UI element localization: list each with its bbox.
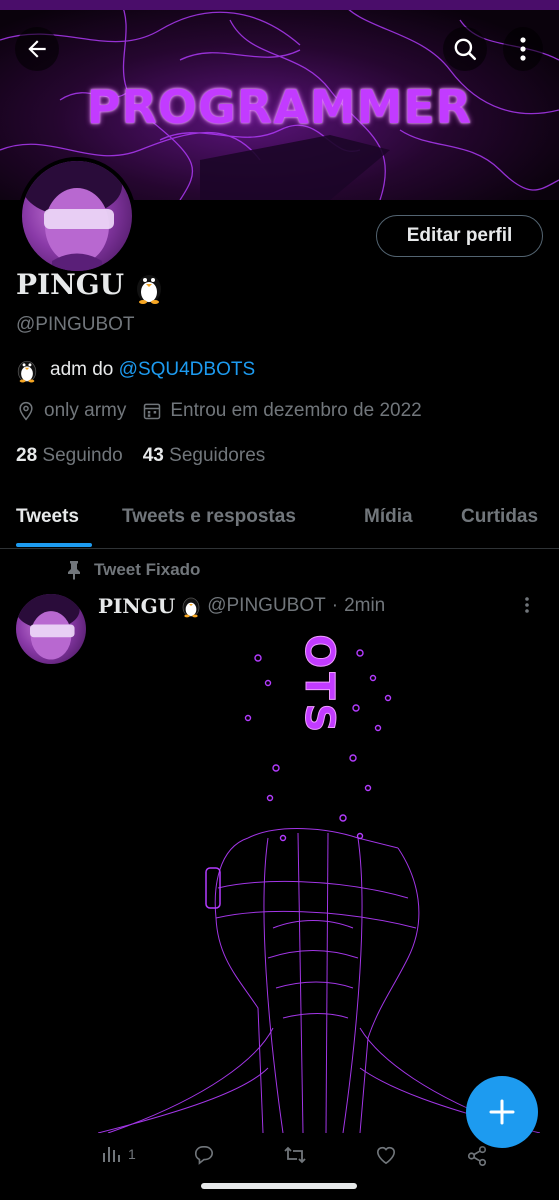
more-button[interactable] — [503, 27, 543, 71]
heart-icon — [376, 1146, 396, 1165]
home-indicator[interactable] — [201, 1183, 357, 1189]
pinned-text: Tweet Fixado — [94, 560, 201, 579]
avatar-image — [16, 594, 80, 660]
tweet-actions: 1 — [98, 1145, 548, 1175]
tab-media[interactable]: Mídia — [364, 506, 413, 528]
analytics-icon — [103, 1147, 120, 1162]
joined-text: Entrou em dezembro de 2022 — [170, 400, 422, 421]
tweet-time: 2min — [344, 595, 386, 616]
tab-tweets-and-replies[interactable]: Tweets e respostas — [122, 506, 296, 528]
tweet-image: BOTS — [98, 628, 540, 1133]
tweet-separator: · — [331, 595, 339, 616]
tab-tweets[interactable]: Tweets — [16, 506, 79, 528]
views-count: 1 — [128, 1146, 136, 1162]
bio-mention-link[interactable]: @SQU4DBOTS — [119, 359, 255, 380]
tweet-media[interactable]: BOTS — [98, 628, 540, 1133]
like-button[interactable] — [375, 1145, 397, 1165]
more-vertical-icon — [520, 37, 526, 61]
tweet-author-name[interactable]: PINGU — [98, 594, 175, 618]
tab-likes[interactable]: Curtidas — [461, 506, 538, 528]
pinned-label: Tweet Fixado — [66, 560, 200, 580]
location-text: only army — [44, 400, 127, 421]
followers-link[interactable]: 43 Seguidores — [143, 445, 266, 467]
search-button[interactable] — [443, 27, 487, 71]
active-tab-indicator — [16, 543, 92, 547]
retweet-icon — [284, 1146, 306, 1164]
edit-profile-button[interactable]: Editar perfil — [376, 215, 543, 257]
penguin-emoji-icon — [136, 274, 161, 304]
following-link[interactable]: 28 Seguindo — [16, 445, 123, 467]
compose-tweet-button[interactable] — [466, 1076, 538, 1148]
reply-icon — [194, 1146, 213, 1165]
profile-tabs: Tweets Tweets e respostas Mídia Curtidas — [0, 490, 559, 549]
tweet-header: PINGU @PINGUBOT · 2min — [98, 594, 385, 618]
views-button[interactable]: 1 — [102, 1145, 136, 1163]
bio-text: adm do — [50, 359, 119, 380]
retweet-button[interactable] — [283, 1145, 307, 1165]
follow-stats: 28 Seguindo 43 Seguidores — [16, 445, 265, 467]
location-icon — [19, 401, 33, 421]
following-label: Seguindo — [42, 445, 123, 466]
profile-name-text: PINGU — [16, 268, 125, 301]
calendar-icon — [144, 403, 161, 420]
back-button[interactable] — [15, 27, 59, 71]
bots-letter: BOTS — [296, 628, 342, 736]
pin-icon — [68, 561, 80, 580]
profile-avatar[interactable] — [18, 157, 136, 275]
plus-icon — [489, 1099, 515, 1125]
back-arrow-icon — [28, 40, 46, 58]
penguin-emoji-icon — [182, 597, 200, 618]
following-count: 28 — [16, 445, 38, 466]
tweet-author-handle[interactable]: @PINGUBOT — [207, 595, 326, 617]
profile-bio: adm do @SQU4DBOTS — [16, 357, 255, 383]
profile-handle: @PINGUBOT — [16, 314, 135, 335]
followers-label: Seguidores — [169, 445, 266, 466]
penguin-emoji-icon — [17, 360, 37, 383]
avatar-image — [22, 161, 122, 271]
profile-meta: only army Entrou em dezembro de 2022 — [16, 400, 438, 422]
reply-button[interactable] — [193, 1145, 215, 1165]
share-button[interactable] — [466, 1145, 488, 1167]
tweet-avatar[interactable] — [16, 594, 86, 664]
search-icon — [454, 38, 477, 61]
profile-name: PINGU — [16, 268, 164, 304]
share-icon — [467, 1146, 487, 1166]
followers-count: 43 — [142, 445, 164, 466]
tweet-more-button[interactable] — [524, 596, 530, 619]
more-vertical-icon — [525, 597, 529, 613]
banner-title: PROGRAMMER — [86, 80, 473, 134]
